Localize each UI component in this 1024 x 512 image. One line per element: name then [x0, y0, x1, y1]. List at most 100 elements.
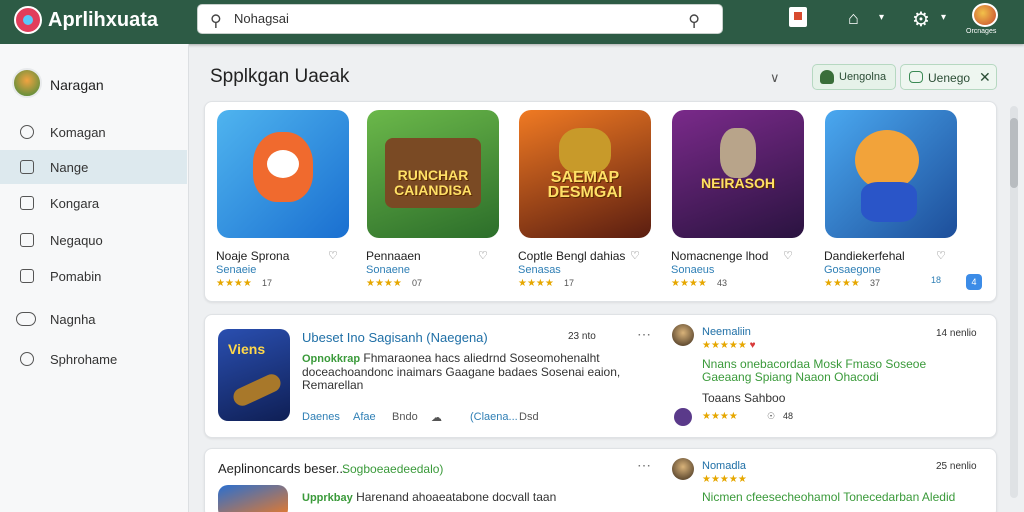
review-text: Nicmen cfeesecheohamol Tonecedarban Aled… [702, 490, 956, 504]
rating-stars: ★★★★ [216, 278, 252, 289]
home-icon[interactable]: ⌂ [848, 8, 859, 29]
thumbnail-title: NEIRASOH [701, 175, 775, 191]
list-item-description: Upprkbay Harenand ahoaeatabone docvall t… [302, 491, 622, 505]
list-item-title[interactable]: Ubeset Ino Sagisanh (Naegena) [302, 330, 488, 345]
heart-icon[interactable]: ♡ [783, 249, 793, 262]
scrollbar-thumb[interactable] [1010, 118, 1018, 188]
app-name: Dandiekerfehal [824, 249, 905, 263]
heart-icon[interactable]: ♡ [328, 249, 338, 262]
sidebar-item-label: Nagnha [50, 312, 96, 327]
filter-chip-label: Uenego [928, 71, 971, 85]
sidebar-item-label: Komagan [50, 125, 106, 140]
review-stars: ★★★★★ ♥ [702, 340, 756, 351]
avatar[interactable] [972, 3, 998, 27]
list-item-subtitle: Sogboeaedeedalo) [342, 462, 444, 476]
thumbnail-title: Viens [228, 341, 266, 357]
sidebar-item-label: Pomabin [50, 269, 102, 284]
app-category: Sonaene [366, 264, 411, 276]
rating-stars: ★★★★ [366, 278, 402, 289]
reviewer-name[interactable]: Nomadla [702, 460, 746, 472]
search-icon: ⚲ [210, 13, 222, 30]
meta-5: Dsd [519, 411, 539, 423]
app-category: Senaeie [216, 264, 257, 276]
app-thumbnail[interactable]: SAEMAP DESMGAI [519, 110, 651, 238]
app-name: Pennaaen [366, 249, 421, 263]
home-icon [20, 125, 34, 139]
close-icon[interactable]: ✕ [979, 69, 991, 86]
sidebar-item-nagnha[interactable]: Nagnha [0, 302, 187, 336]
rating-stars: ★★★★ [824, 278, 860, 289]
sidebar-item-label: Sphrohame [50, 352, 118, 367]
sidebar-item-negaquo[interactable]: Negaquo [0, 223, 187, 257]
more-icon[interactable]: ⋯ [637, 326, 652, 343]
reviewer-avatar[interactable] [672, 458, 694, 480]
thumbnail-title: RUNCHAR CAIANDISA [394, 167, 472, 198]
app-thumbnail[interactable]: NEIRASOH [672, 110, 804, 238]
filter-chip[interactable]: Uenego ✕ [900, 64, 997, 90]
heart-icon[interactable]: ♡ [478, 249, 488, 262]
notification-icon[interactable] [789, 7, 807, 27]
review-count: 17 [262, 278, 273, 288]
chevron-down-icon[interactable]: ▾ [941, 12, 946, 23]
more-icon[interactable]: ⋯ [637, 457, 652, 474]
sidebar-item-komagan[interactable]: Komagan [0, 115, 187, 149]
user-name: Naragan [50, 77, 104, 93]
info-badge[interactable]: 4 [966, 274, 982, 290]
app-thumbnail[interactable] [825, 110, 957, 238]
app-thumbnail[interactable]: Viens [218, 329, 290, 421]
chevron-down-icon[interactable]: ▾ [879, 12, 884, 23]
tag-label: Opnokkrap [302, 353, 361, 365]
rating-stars: ★★★★ [518, 278, 554, 289]
app-category: Gosaegone [824, 264, 881, 276]
list-item: Viens Ubeset Ino Sagisanh (Naegena) 23 n… [204, 314, 997, 438]
settings-icon [20, 352, 34, 366]
chat-icon [909, 71, 923, 83]
search-input[interactable] [234, 11, 654, 26]
gear-icon[interactable]: ⚙ [912, 7, 930, 32]
download-count: 18 [931, 275, 942, 285]
featured-app[interactable]: NEIRASOH Nomacnenge lhod ♡ Sonaeus ★★★★ … [671, 109, 806, 289]
sidebar-item-kongara[interactable]: Kongara [0, 186, 187, 220]
game-icon [20, 160, 34, 174]
reply-icon[interactable]: ☉ [767, 411, 775, 422]
list-item-title[interactable]: Aeplinoncards beser... [218, 461, 347, 476]
filter-button[interactable]: Uengolna [812, 64, 896, 90]
review-stars: ★★★★★ [702, 474, 747, 485]
filter-label: Uengolna [839, 71, 887, 83]
review-text: Nnans onebacordaa Mosk Fmaso Soseoe Gaea… [702, 357, 927, 384]
app-thumbnail[interactable] [218, 485, 288, 512]
heart-icon[interactable]: ♡ [936, 249, 946, 262]
user-avatar[interactable] [12, 68, 42, 98]
reaction-icon[interactable] [674, 408, 692, 426]
list-item: Aeplinoncards beser... Sogboeaedeedalo) … [204, 448, 997, 512]
app-thumbnail[interactable]: RUNCHAR CAIANDISA [367, 110, 499, 238]
chevron-down-icon[interactable]: ∨ [770, 70, 780, 86]
featured-app[interactable]: Dandiekerfehal ♡ Gosaegone ★★★★ 37 [824, 109, 959, 289]
search-bar[interactable]: ⚲ ⚲ [197, 4, 723, 34]
featured-app[interactable]: RUNCHAR CAIANDISA Pennaaen ♡ Sonaene ★★★… [366, 109, 501, 289]
search-submit-icon[interactable]: ⚲ [688, 11, 700, 31]
app-logo-icon[interactable] [14, 6, 42, 34]
reviewer-avatar[interactable] [672, 324, 694, 346]
review-count: 43 [717, 278, 728, 288]
reviewer-name[interactable]: Neemaliin [702, 326, 751, 338]
description-text: Harenand ahoaeatabone docvall taan [356, 490, 557, 504]
meta-3: Bndo [392, 411, 418, 423]
timestamp: 23 nto [568, 331, 596, 342]
review-count: 48 [783, 411, 794, 421]
review-count: 37 [870, 278, 881, 288]
app-name: Nomacnenge lhod [671, 249, 769, 263]
heart-icon[interactable]: ♡ [630, 249, 640, 262]
review-count: 17 [564, 278, 575, 288]
list-item-description: Opnokkrap Fhmaraonea hacs aliedrnd Soseo… [302, 352, 622, 392]
sidebar-item-pomabin[interactable]: Pomabin [0, 259, 187, 293]
app-category: Sonaeus [671, 264, 715, 276]
featured-app[interactable]: SAEMAP DESMGAI Coptle Bengl dahias ♡ Sen… [518, 109, 653, 289]
app-title: Aprlihxuata [48, 9, 159, 31]
app-name: Noaje Sprona [216, 249, 290, 263]
featured-app[interactable]: Noaje Sprona ♡ Senaeie ★★★★ 17 [216, 109, 351, 289]
app-thumbnail[interactable] [217, 110, 349, 238]
sidebar-item-nange[interactable]: Nange [0, 150, 187, 184]
meta-4[interactable]: (Claena... [470, 411, 518, 423]
sidebar-item-sphrohame[interactable]: Sphrohame [0, 342, 187, 376]
